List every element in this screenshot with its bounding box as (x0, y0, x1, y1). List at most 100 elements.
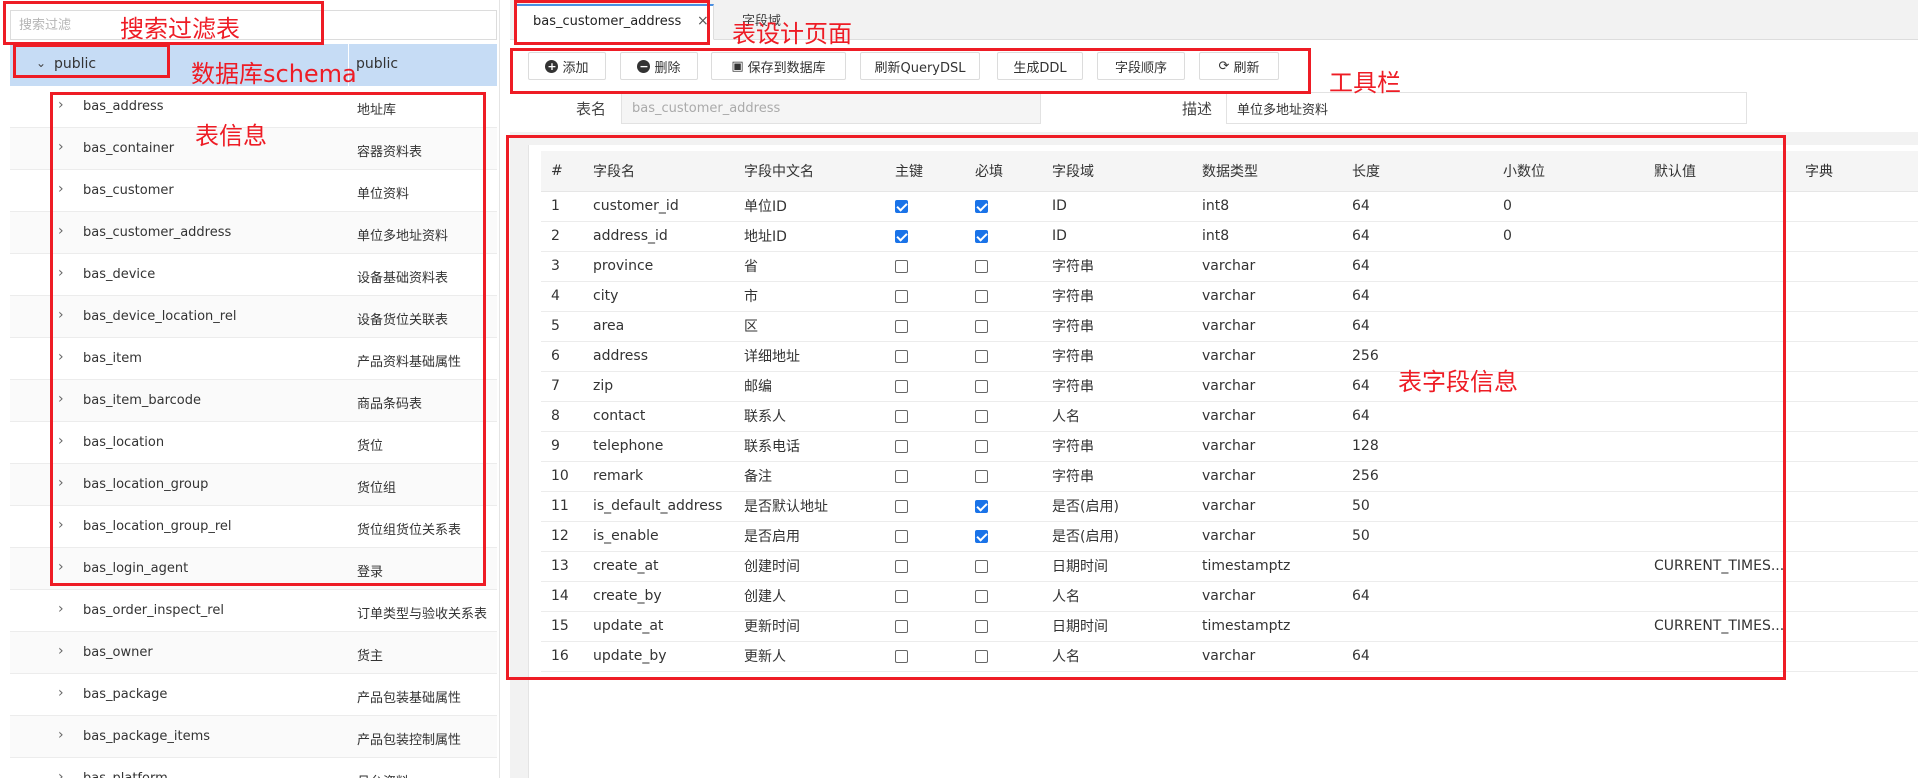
chevron-right-icon[interactable]: › (58, 181, 64, 197)
field-row[interactable]: 6 address 详细地址 字符串 varchar 256 (541, 341, 1918, 372)
field-name-cell[interactable]: city (583, 281, 734, 312)
field-domain-cell[interactable]: 字符串 (1042, 281, 1192, 312)
scale-cell[interactable] (1493, 251, 1644, 282)
length-cell[interactable]: 64 (1342, 581, 1493, 612)
field-row[interactable]: 10 remark 备注 字符串 varchar 256 (541, 461, 1918, 492)
field-row[interactable]: 2 address_id 地址ID ID int8 64 0 (541, 221, 1918, 252)
field-name-cell[interactable]: address_id (583, 221, 734, 252)
field-cn-name-cell[interactable]: 单位ID (734, 191, 885, 222)
primary-key-checkbox[interactable] (895, 589, 908, 603)
scale-cell[interactable] (1493, 281, 1644, 312)
required-checkbox[interactable] (975, 529, 988, 543)
field-cn-name-cell[interactable]: 市 (734, 281, 885, 312)
field-name-cell[interactable]: create_at (583, 551, 734, 582)
required-checkbox[interactable] (975, 439, 988, 453)
required-checkbox[interactable] (975, 199, 988, 213)
default-value-cell[interactable] (1644, 521, 1795, 552)
field-name-cell[interactable]: zip (583, 371, 734, 402)
scale-cell[interactable] (1493, 491, 1644, 522)
field-domain-cell[interactable]: 字符串 (1042, 311, 1192, 342)
table-node[interactable]: › bas_location_group 货位组 (10, 464, 497, 506)
dictionary-cell[interactable] (1795, 581, 1918, 612)
data-type-cell[interactable]: varchar (1192, 311, 1342, 342)
dictionary-cell[interactable] (1795, 491, 1918, 522)
field-name-cell[interactable]: address (583, 341, 734, 372)
field-cn-name-cell[interactable]: 创建时间 (734, 551, 885, 582)
field-row[interactable]: 14 create_by 创建人 人名 varchar 64 (541, 581, 1918, 612)
chevron-right-icon[interactable]: › (58, 643, 64, 659)
field-name-cell[interactable]: update_at (583, 611, 734, 642)
field-domain-cell[interactable]: 字符串 (1042, 371, 1192, 402)
field-cn-name-cell[interactable]: 区 (734, 311, 885, 342)
table-node[interactable]: › bas_device_location_rel 设备货位关联表 (10, 296, 497, 338)
table-node[interactable]: › bas_item_barcode 商品条码表 (10, 380, 497, 422)
default-value-cell[interactable] (1644, 581, 1795, 612)
length-cell[interactable]: 64 (1342, 311, 1493, 342)
dictionary-cell[interactable] (1795, 611, 1918, 642)
field-domain-cell[interactable]: 字符串 (1042, 341, 1192, 372)
data-type-cell[interactable]: varchar (1192, 521, 1342, 552)
table-node[interactable]: › bas_login_agent 登录 (10, 548, 497, 590)
schema-node-public[interactable]: ⌄ public public (10, 44, 497, 86)
search-filter-input[interactable] (10, 10, 497, 40)
scale-cell[interactable] (1493, 371, 1644, 402)
field-name-cell[interactable]: remark (583, 461, 734, 492)
field-name-cell[interactable]: telephone (583, 431, 734, 462)
data-type-cell[interactable]: timestamptz (1192, 611, 1342, 642)
chevron-right-icon[interactable]: › (58, 97, 64, 113)
chevron-right-icon[interactable]: › (58, 517, 64, 533)
primary-key-checkbox[interactable] (895, 469, 908, 483)
required-checkbox[interactable] (975, 349, 988, 363)
length-cell[interactable] (1342, 551, 1493, 582)
table-node[interactable]: › bas_address 地址库 (10, 86, 497, 128)
field-domain-cell[interactable]: ID (1042, 221, 1192, 252)
table-node[interactable]: › bas_device 设备基础资料表 (10, 254, 497, 296)
required-checkbox[interactable] (975, 469, 988, 483)
field-cn-name-cell[interactable]: 是否默认地址 (734, 491, 885, 522)
tab-field-domain[interactable]: 字段域 (742, 10, 781, 29)
length-cell[interactable]: 256 (1342, 341, 1493, 372)
primary-key-checkbox[interactable] (895, 319, 908, 333)
refresh-button[interactable]: ⟳ 刷新 (1199, 52, 1279, 80)
field-name-cell[interactable]: area (583, 311, 734, 342)
column-header[interactable]: 小数位 (1493, 151, 1644, 192)
field-row[interactable]: 3 province 省 字符串 varchar 64 (541, 251, 1918, 282)
field-domain-cell[interactable]: 字符串 (1042, 251, 1192, 282)
field-cn-name-cell[interactable]: 联系人 (734, 401, 885, 432)
field-row[interactable]: 11 is_default_address 是否默认地址 是否(启用) varchar 5… (541, 491, 1918, 522)
data-type-cell[interactable]: int8 (1192, 221, 1342, 252)
data-type-cell[interactable]: varchar (1192, 251, 1342, 282)
table-node[interactable]: › bas_location 货位 (10, 422, 497, 464)
field-row[interactable]: 15 update_at 更新时间 日期时间 timestamptz CURRENT_TI… (541, 611, 1918, 642)
primary-key-checkbox[interactable] (895, 199, 908, 213)
length-cell[interactable]: 256 (1342, 461, 1493, 492)
column-header[interactable]: # (541, 151, 583, 192)
field-row[interactable]: 13 create_at 创建时间 日期时间 timestamptz CURRENT_TI… (541, 551, 1918, 582)
default-value-cell[interactable] (1644, 431, 1795, 462)
table-node[interactable]: › bas_item 产品资料基础属性 (10, 338, 497, 380)
chevron-right-icon[interactable]: › (58, 769, 64, 778)
length-cell[interactable]: 64 (1342, 641, 1493, 672)
default-value-cell[interactable] (1644, 191, 1795, 222)
primary-key-checkbox[interactable] (895, 559, 908, 573)
dictionary-cell[interactable] (1795, 641, 1918, 672)
dictionary-cell[interactable] (1795, 371, 1918, 402)
length-cell[interactable]: 64 (1342, 221, 1493, 252)
data-type-cell[interactable]: varchar (1192, 641, 1342, 672)
refresh-querydsl-button[interactable]: 刷新QueryDSL (860, 52, 980, 80)
field-name-cell[interactable]: customer_id (583, 191, 734, 222)
close-icon[interactable]: × (697, 13, 709, 29)
field-name-cell[interactable]: contact (583, 401, 734, 432)
field-name-cell[interactable]: create_by (583, 581, 734, 612)
field-domain-cell[interactable]: 字符串 (1042, 461, 1192, 492)
dictionary-cell[interactable] (1795, 281, 1918, 312)
chevron-right-icon[interactable]: › (58, 391, 64, 407)
required-checkbox[interactable] (975, 229, 988, 243)
dictionary-cell[interactable] (1795, 251, 1918, 282)
field-name-cell[interactable]: is_default_address (583, 491, 734, 522)
table-node[interactable]: › bas_package 产品包装基础属性 (10, 674, 497, 716)
dictionary-cell[interactable] (1795, 191, 1918, 222)
field-name-cell[interactable]: is_enable (583, 521, 734, 552)
required-checkbox[interactable] (975, 559, 988, 573)
length-cell[interactable]: 50 (1342, 491, 1493, 522)
